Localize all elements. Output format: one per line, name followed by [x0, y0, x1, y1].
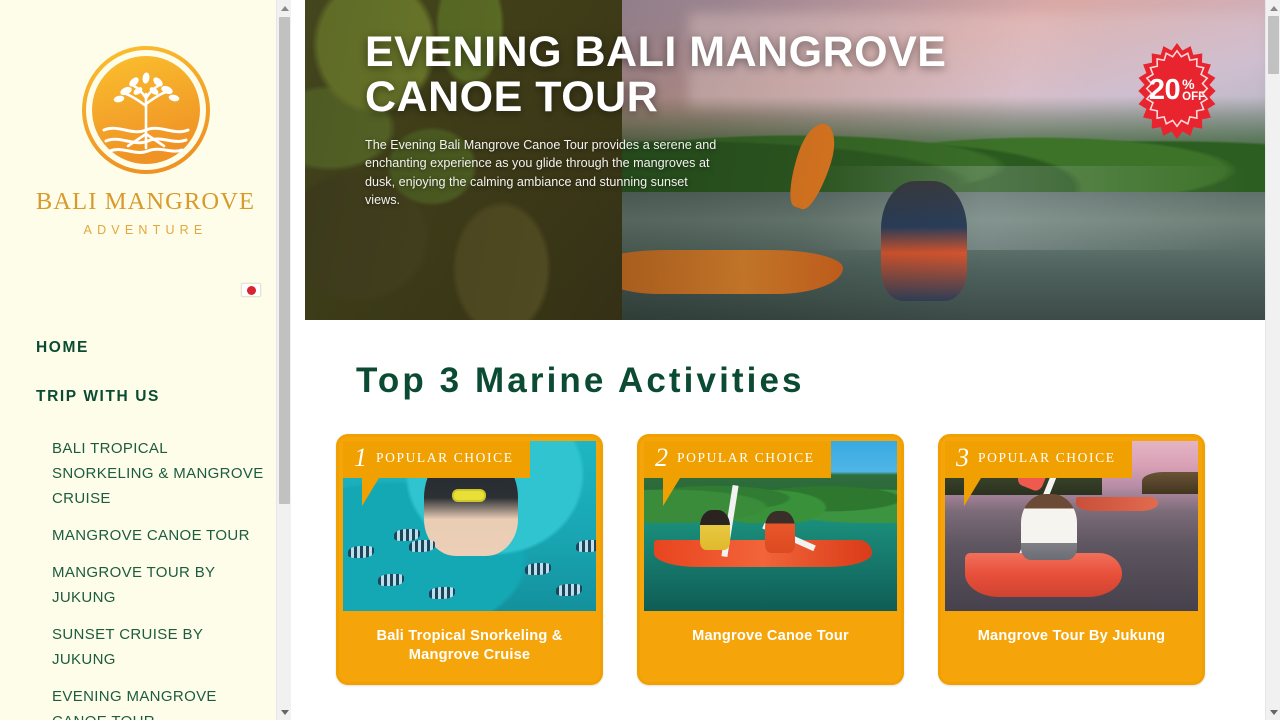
percent-symbol: % — [1182, 75, 1195, 92]
fish — [408, 539, 435, 552]
snorkel-mask — [451, 488, 486, 502]
section-title: Top 3 Marine Activities — [356, 361, 805, 400]
top-activities-section: Top 3 Marine Activities — [291, 320, 1280, 401]
triangle-down-icon — [280, 709, 289, 715]
activity-card-photo: 2 POPULAR CHOICE — [644, 441, 897, 611]
hero-description: The Evening Bali Mangrove Canoe Tour pro… — [365, 138, 717, 208]
sidebar-scroll-up-button[interactable] — [277, 0, 291, 16]
paddler-front — [699, 509, 730, 550]
sidebar-item-mangrove-canoe-tour[interactable]: MANGROVE CANOE TOUR — [0, 523, 291, 548]
sidebar-item-trip-with-us[interactable]: TRIP WITH US — [0, 388, 291, 407]
sidebar-content: BALI MANGROVE ADVENTURE HOME TRIP WITH U… — [0, 0, 291, 720]
far-shore-right — [1142, 471, 1198, 494]
discount-suffix: % OFF — [1182, 77, 1205, 104]
rank-number: 3 — [956, 443, 969, 472]
activity-card-title: Mangrove Tour By Jukung — [977, 628, 1166, 644]
fish — [348, 546, 375, 559]
fish — [555, 583, 582, 596]
popular-choice-ribbon: 2 POPULAR CHOICE — [644, 441, 831, 506]
logo-wordmark: BALI MANGROVE — [35, 188, 256, 215]
hero-copy: EVENING BALI MANGROVE CANOE TOUR The Eve… — [365, 30, 975, 210]
popular-choice-ribbon: 1 POPULAR CHOICE — [343, 441, 530, 506]
sidebar: BALI MANGROVE ADVENTURE HOME TRIP WITH U… — [0, 0, 291, 720]
page-scroll-down-button[interactable] — [1266, 704, 1280, 720]
rank-number: 2 — [655, 443, 668, 472]
fish — [525, 563, 552, 576]
language-selector[interactable] — [0, 283, 291, 297]
activity-card-list: 1 POPULAR CHOICE Bali Tropical Snorkelin… — [291, 434, 1280, 685]
activity-card[interactable]: 2 POPULAR CHOICE Mangrove Canoe Tour — [637, 434, 904, 685]
ribbon-label: POPULAR CHOICE — [376, 450, 514, 465]
sidebar-item-bali-tropical-snorkeling[interactable]: BALI TROPICAL SNORKELING & MANGROVE CRUI… — [0, 436, 291, 511]
activity-card-photo: 3 POPULAR CHOICE — [945, 441, 1198, 611]
discount-value: 20 — [1148, 73, 1181, 106]
flag-sun-dot — [246, 285, 256, 295]
orange-canoe — [654, 539, 872, 567]
off-label: OFF — [1182, 90, 1206, 103]
hero-banner[interactable]: EVENING BALI MANGROVE CANOE TOUR The Eve… — [305, 0, 1265, 320]
discount-badge-text: 20 % OFF — [1128, 41, 1226, 139]
discount-badge: 20 % OFF — [1128, 42, 1226, 140]
popular-choice-ribbon: 3 POPULAR CHOICE — [945, 441, 1132, 506]
fish — [575, 539, 596, 552]
main-content: EVENING BALI MANGROVE CANOE TOUR The Eve… — [291, 0, 1280, 720]
page-root: BALI MANGROVE ADVENTURE HOME TRIP WITH U… — [0, 0, 1280, 720]
triangle-up-icon — [280, 5, 289, 11]
fish — [429, 587, 456, 600]
ribbon-label: POPULAR CHOICE — [978, 450, 1116, 465]
kayaker-figure — [1020, 494, 1077, 560]
paddler-rear — [765, 511, 796, 554]
sidebar-scroll-down-button[interactable] — [277, 704, 291, 720]
distant-kayak — [1075, 497, 1158, 512]
hero-title: EVENING BALI MANGROVE CANOE TOUR — [365, 28, 947, 121]
sidebar-item-evening-mangrove-canoe-tour[interactable]: EVENING MANGROVE CANOE TOUR — [0, 684, 291, 720]
logo-tagline: ADVENTURE — [83, 223, 208, 237]
page-scroll-up-button[interactable] — [1266, 0, 1280, 16]
sidebar-item-sunset-cruise-by-jukung[interactable]: SUNSET CRUISE BY JUKUNG — [0, 622, 291, 672]
page-scrollbar-thumb[interactable] — [1268, 16, 1279, 74]
page-scrollbar[interactable] — [1265, 0, 1280, 720]
triangle-up-icon — [1269, 5, 1278, 11]
sidebar-item-mangrove-tour-by-jukung[interactable]: MANGROVE TOUR BY JUKUNG — [0, 560, 291, 610]
activity-card-title: Mangrove Canoe Tour — [692, 628, 849, 644]
activity-card-photo: 1 POPULAR CHOICE — [343, 441, 596, 611]
activity-card[interactable]: 3 POPULAR CHOICE Mangrove Tour By Jukung — [938, 434, 1205, 685]
sidebar-item-home[interactable]: HOME — [0, 339, 291, 358]
activity-card-title: Bali Tropical Snorkeling & Mangrove Crui… — [376, 628, 563, 663]
sidebar-nav: HOME TRIP WITH US BALI TROPICAL SNORKELI… — [0, 339, 291, 720]
mangrove-tree-circle-logo-icon — [81, 46, 210, 174]
triangle-down-icon — [1269, 709, 1278, 715]
site-logo[interactable]: BALI MANGROVE ADVENTURE — [0, 0, 291, 237]
rank-number: 1 — [354, 443, 367, 472]
activity-card[interactable]: 1 POPULAR CHOICE Bali Tropical Snorkelin… — [336, 434, 603, 685]
japan-flag-icon[interactable] — [241, 283, 261, 297]
sidebar-scrollbar[interactable] — [276, 0, 291, 720]
fish — [378, 573, 405, 586]
sidebar-scrollbar-thumb[interactable] — [279, 17, 290, 504]
ribbon-label: POPULAR CHOICE — [677, 450, 815, 465]
